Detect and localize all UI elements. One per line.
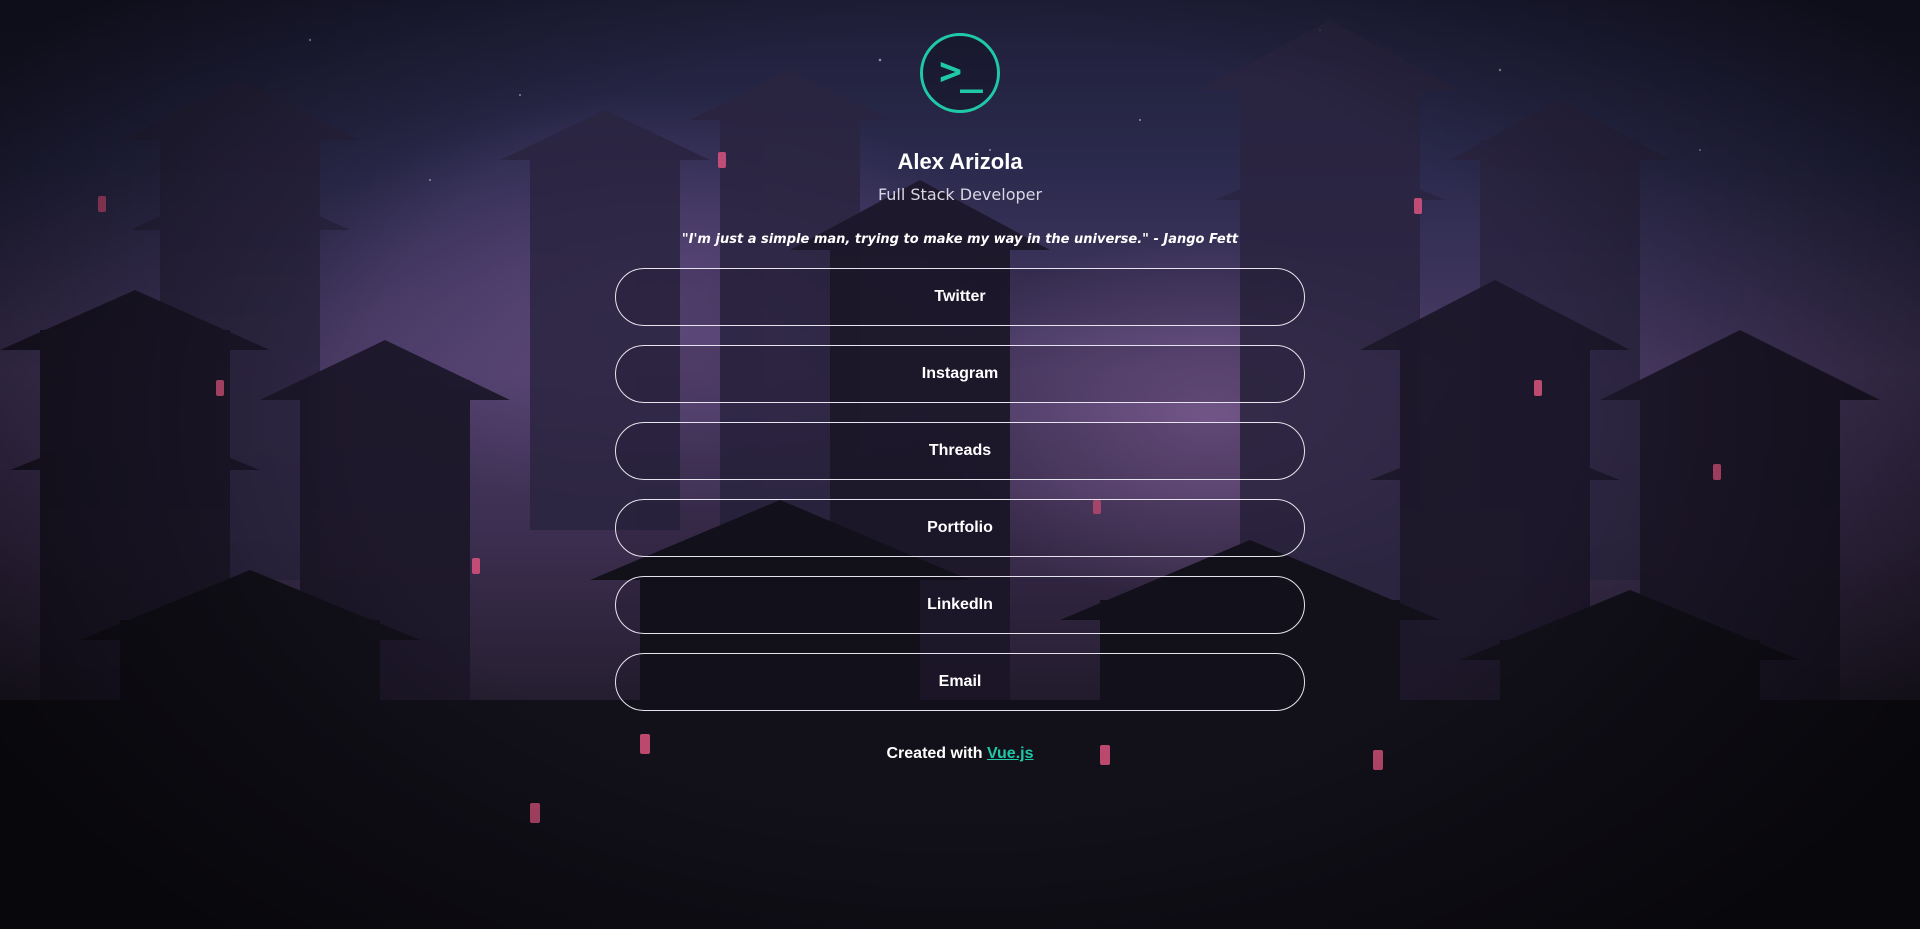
portfolio-link-button[interactable]: Portfolio <box>615 499 1305 557</box>
profile-name: Alex Arizola <box>897 149 1023 174</box>
profile-card: >_ Alex Arizola Full Stack Developer "I'… <box>0 0 1920 764</box>
profile-quote: "I'm just a simple man, trying to make m… <box>681 232 1239 247</box>
footer-prefix: Created with <box>886 745 987 762</box>
profile-role: Full Stack Developer <box>877 185 1043 204</box>
avatar: >_ <box>920 33 1000 113</box>
terminal-prompt-icon: >_ <box>939 49 983 93</box>
linkedin-link-button[interactable]: LinkedIn <box>615 576 1305 634</box>
threads-link-button[interactable]: Threads <box>615 422 1305 480</box>
twitter-link-button[interactable]: Twitter <box>615 268 1305 326</box>
footer-credit: Created with Vue.js <box>886 744 1033 764</box>
email-link-button[interactable]: Email <box>615 653 1305 711</box>
instagram-link-button[interactable]: Instagram <box>615 345 1305 403</box>
vuejs-link[interactable]: Vue.js <box>987 745 1034 762</box>
link-list: Twitter Instagram Threads Portfolio Link… <box>615 268 1305 711</box>
